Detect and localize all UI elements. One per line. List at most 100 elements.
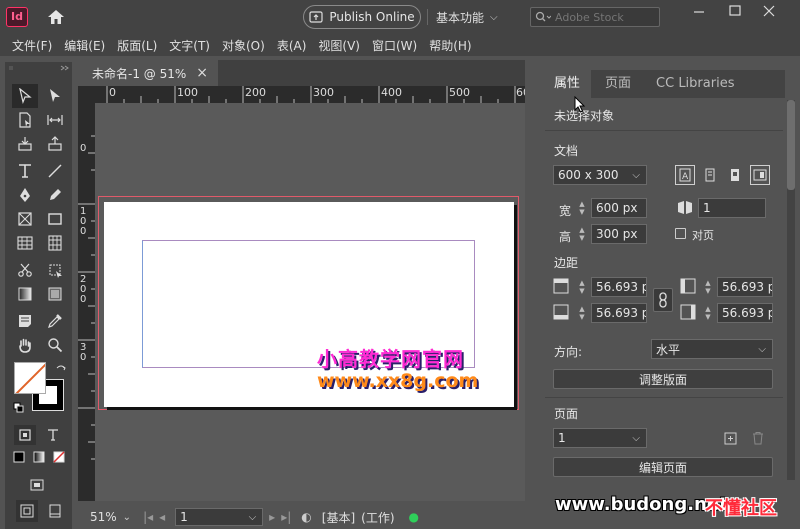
apply-gradient-button[interactable] bbox=[30, 448, 48, 466]
content-placer-tool[interactable] bbox=[42, 132, 68, 156]
vertical-ruler[interactable]: 0 1 0 0 2 0 0 3 0 bbox=[78, 103, 95, 501]
formatting-affects-text[interactable] bbox=[42, 425, 64, 445]
normal-view-button[interactable] bbox=[16, 500, 38, 522]
margin-bottom-field[interactable] bbox=[591, 303, 647, 323]
add-page-icon[interactable] bbox=[724, 432, 738, 449]
fill-swatch[interactable] bbox=[14, 362, 46, 394]
workspace-switcher[interactable]: 基本功能 ⌵ bbox=[436, 6, 498, 28]
zoom-tool[interactable] bbox=[42, 333, 68, 357]
rectangle-frame-tool[interactable] bbox=[12, 207, 38, 231]
height-input[interactable] bbox=[596, 227, 646, 241]
last-page-icon[interactable]: ▸| bbox=[281, 510, 291, 524]
tab-properties[interactable]: 属性 bbox=[543, 70, 592, 98]
menu-layout[interactable]: 版面(L) bbox=[111, 37, 163, 54]
eyedropper-tool[interactable] bbox=[42, 309, 68, 333]
menu-table[interactable]: 表(A) bbox=[271, 37, 313, 54]
gradient-swatch-tool[interactable] bbox=[12, 282, 38, 306]
margin-right-input[interactable] bbox=[722, 306, 772, 320]
margin-right-field[interactable] bbox=[717, 303, 773, 323]
first-page-icon[interactable]: |◂ bbox=[143, 510, 153, 524]
delete-page-trash-icon[interactable] bbox=[751, 431, 765, 448]
landscape-orientation-button[interactable] bbox=[700, 165, 720, 185]
adobe-stock-search[interactable] bbox=[530, 7, 660, 27]
horizontal-grid-tool[interactable] bbox=[12, 231, 38, 255]
tab-cc-libraries[interactable]: CC Libraries bbox=[645, 70, 745, 98]
binding-right-button[interactable] bbox=[750, 165, 770, 185]
default-fill-stroke-icon[interactable] bbox=[13, 402, 25, 417]
adjust-layout-button[interactable]: 调整版面 bbox=[553, 369, 773, 389]
width-field[interactable] bbox=[591, 198, 647, 218]
orientation-select[interactable]: 水平 ⌵ bbox=[651, 339, 773, 359]
stock-search-input[interactable] bbox=[555, 10, 655, 24]
margin-left-stepper[interactable]: ▲ ▼ bbox=[701, 277, 715, 297]
selection-tool[interactable] bbox=[12, 84, 38, 108]
next-page-icon[interactable]: ▸ bbox=[269, 510, 275, 524]
margin-top-input[interactable] bbox=[596, 280, 646, 294]
edit-page-button[interactable]: 编辑页面 bbox=[553, 457, 773, 477]
width-input[interactable] bbox=[596, 201, 646, 215]
menu-window[interactable]: 窗口(W) bbox=[366, 37, 423, 54]
fill-stroke-swatches[interactable] bbox=[13, 362, 69, 418]
menu-file[interactable]: 文件(F) bbox=[6, 37, 58, 54]
width-stepper[interactable]: ▲ ▼ bbox=[575, 198, 589, 218]
formatting-affects-container[interactable] bbox=[14, 425, 36, 445]
home-icon[interactable] bbox=[44, 6, 68, 28]
height-field[interactable] bbox=[591, 224, 647, 244]
content-collector-tool[interactable] bbox=[12, 132, 38, 156]
margin-bottom-input[interactable] bbox=[596, 306, 646, 320]
view-mode-button[interactable] bbox=[26, 475, 48, 495]
menu-view[interactable]: 视图(V) bbox=[312, 37, 366, 54]
line-tool[interactable] bbox=[42, 159, 68, 183]
page-tool[interactable] bbox=[12, 108, 38, 132]
menu-object[interactable]: 对象(O) bbox=[216, 37, 271, 54]
maximize-button[interactable] bbox=[722, 2, 748, 20]
zoom-dropdown-chevron-icon[interactable]: ⌄ bbox=[123, 512, 131, 523]
preflight-dot-icon[interactable]: ● bbox=[409, 510, 419, 524]
pasteboard[interactable]: 小高教学网官网 www.xx8g.com bbox=[95, 103, 525, 501]
margin-top-stepper[interactable]: ▲ ▼ bbox=[575, 277, 589, 297]
binding-left-button[interactable] bbox=[725, 165, 745, 185]
zoom-level[interactable]: 51% bbox=[90, 510, 117, 524]
ruler-origin[interactable] bbox=[78, 86, 95, 103]
pencil-tool[interactable] bbox=[42, 183, 68, 207]
previous-page-icon[interactable]: ◂ bbox=[159, 510, 165, 524]
horizontal-ruler[interactable]: 0 100 200 300 400 500 60 bbox=[95, 86, 525, 103]
pages-count-field[interactable] bbox=[698, 198, 766, 218]
rectangle-tool[interactable] bbox=[42, 207, 68, 231]
free-transform-tool[interactable] bbox=[42, 258, 68, 282]
open-document-icon[interactable]: ◐ bbox=[301, 510, 311, 524]
apply-none-button[interactable] bbox=[50, 448, 68, 466]
document-preset-select[interactable]: 600 x 300 ⌵ bbox=[553, 165, 647, 185]
direct-selection-tool[interactable] bbox=[42, 84, 68, 108]
margin-bottom-stepper[interactable]: ▲ ▼ bbox=[575, 303, 589, 323]
menu-help[interactable]: 帮助(H) bbox=[423, 37, 477, 54]
hand-tool[interactable] bbox=[12, 333, 38, 357]
document-tab[interactable]: 未命名-1 @ 51% × bbox=[78, 60, 218, 86]
margin-right-stepper[interactable]: ▲ ▼ bbox=[701, 303, 715, 323]
close-tab-icon[interactable]: × bbox=[196, 65, 208, 81]
pages-count-input[interactable] bbox=[703, 201, 765, 215]
margin-left-input[interactable] bbox=[722, 280, 772, 294]
page-select[interactable]: 1 ⌵ bbox=[553, 428, 647, 448]
scissors-tool[interactable] bbox=[12, 258, 38, 282]
publish-online-button[interactable]: Publish Online bbox=[303, 5, 421, 29]
gap-tool[interactable] bbox=[42, 108, 68, 132]
note-tool[interactable] bbox=[12, 309, 38, 333]
page-number-field[interactable]: 1 ⌵ bbox=[175, 508, 264, 526]
facing-pages-checkbox[interactable] bbox=[675, 228, 686, 239]
gradient-feather-tool[interactable] bbox=[42, 282, 68, 306]
pen-tool[interactable] bbox=[12, 183, 38, 207]
margin-left-field[interactable] bbox=[717, 277, 773, 297]
menu-edit[interactable]: 编辑(E) bbox=[58, 37, 111, 54]
height-stepper[interactable]: ▲ ▼ bbox=[575, 224, 589, 244]
toolbar-grip[interactable] bbox=[5, 62, 72, 72]
margin-top-field[interactable] bbox=[591, 277, 647, 297]
link-margins-button[interactable] bbox=[653, 288, 673, 312]
close-window-button[interactable] bbox=[756, 2, 782, 20]
preview-view-button[interactable] bbox=[44, 500, 66, 522]
apply-color-button[interactable] bbox=[10, 448, 28, 466]
type-tool[interactable] bbox=[12, 159, 38, 183]
portrait-orientation-button[interactable]: A bbox=[675, 165, 695, 185]
minimize-button[interactable] bbox=[686, 2, 712, 20]
tab-pages[interactable]: 页面 bbox=[591, 70, 645, 98]
